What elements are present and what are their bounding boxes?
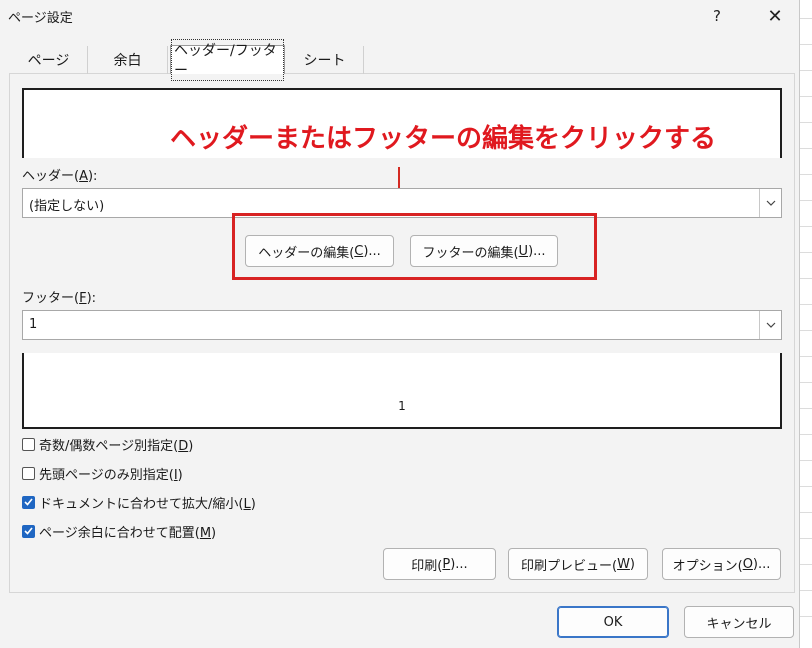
checkbox-first-page[interactable] <box>22 466 35 480</box>
option-different-odd-even[interactable]: 奇数/偶数ページ別指定(D) <box>22 434 193 454</box>
tab-header-footer-label: ヘッダー/フッター <box>171 39 284 81</box>
option-scale-with-document[interactable]: ドキュメントに合わせて拡大/縮小(L) <box>22 492 256 512</box>
close-button[interactable]: ✕ <box>752 0 798 32</box>
chevron-down-icon <box>759 189 781 217</box>
dialog-title: ページ設定 <box>8 11 73 26</box>
tab-sheet[interactable]: シート <box>286 46 364 74</box>
annotation-callout: ヘッダーまたはフッターの編集をクリックする <box>170 124 717 154</box>
header-select-value: (指定しない) <box>29 199 105 214</box>
cancel-button[interactable]: キャンセル <box>684 606 794 638</box>
footer-select[interactable]: 1 <box>22 310 782 340</box>
checkbox-align-with-margins[interactable] <box>22 524 35 538</box>
option-align-with-margins[interactable]: ページ余白に合わせて配置(M) <box>22 521 216 541</box>
tab-header-footer[interactable]: ヘッダー/フッター <box>170 39 285 81</box>
checkbox-label: ドキュメントに合わせて拡大/縮小(L) <box>39 496 256 512</box>
checkbox-label: 奇数/偶数ページ別指定(D) <box>39 438 194 454</box>
checkbox-scale-with-document[interactable] <box>22 495 35 509</box>
checkbox-label: ページ余白に合わせて配置(M) <box>39 525 217 541</box>
footer-label: フッター(F): <box>22 291 97 306</box>
annotation-highlight-box <box>232 213 597 280</box>
footer-preview: 1 <box>22 353 782 429</box>
print-button[interactable]: 印刷(P)... <box>383 548 496 580</box>
help-button[interactable]: ? <box>694 0 740 32</box>
footer-select-value: 1 <box>29 317 38 332</box>
chevron-down-icon <box>759 311 781 339</box>
options-button[interactable]: オプション(O)... <box>662 548 781 580</box>
checkbox-odd-even[interactable] <box>22 437 35 451</box>
title-bar: ページ設定 ? ✕ <box>0 0 800 34</box>
tab-margins[interactable]: 余白 <box>88 46 168 74</box>
close-icon: ✕ <box>767 5 783 27</box>
page-setup-dialog: ページ設定 ? ✕ ページ 余白 ヘッダー/フッター シート ヘッダーまたはフッ… <box>0 0 800 648</box>
footer-preview-page-number: 1 <box>398 399 406 413</box>
header-label: ヘッダー(A): <box>22 169 98 184</box>
print-preview-button[interactable]: 印刷プレビュー(W) <box>508 548 648 580</box>
background-spreadsheet <box>800 0 812 648</box>
tab-page[interactable]: ページ <box>10 46 88 74</box>
ok-button[interactable]: OK <box>557 606 669 638</box>
option-different-first-page[interactable]: 先頭ページのみ別指定(I) <box>22 463 183 483</box>
checkbox-label: 先頭ページのみ別指定(I) <box>39 467 183 483</box>
